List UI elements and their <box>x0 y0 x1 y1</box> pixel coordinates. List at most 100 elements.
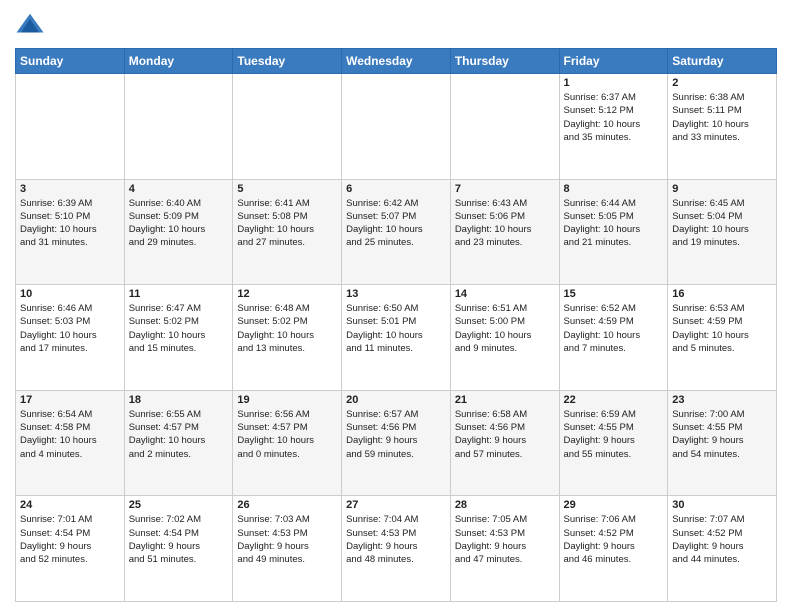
day-number: 3 <box>20 183 120 195</box>
day-number: 21 <box>455 394 555 406</box>
day-number: 18 <box>129 394 229 406</box>
calendar-cell: 21 Sunrise: 6:58 AM Sunset: 4:56 PM Dayli… <box>450 390 559 496</box>
calendar-cell: 23 Sunrise: 7:00 AM Sunset: 4:55 PM Dayli… <box>668 390 777 496</box>
calendar-cell: 26 Sunrise: 7:03 AM Sunset: 4:53 PM Dayli… <box>233 496 342 602</box>
calendar-cell: 4Sunrise: 6:40 AM Sunset: 5:09 PM Daylig… <box>124 179 233 285</box>
day-number: 28 <box>455 499 555 511</box>
day-number: 27 <box>346 499 446 511</box>
day-number: 13 <box>346 288 446 300</box>
day-detail: Sunrise: 6:43 AM Sunset: 5:06 PM Dayligh… <box>455 197 555 250</box>
calendar-cell: 20 Sunrise: 6:57 AM Sunset: 4:56 PM Dayli… <box>342 390 451 496</box>
day-detail: Sunrise: 6:51 AM Sunset: 5:00 PM Dayligh… <box>455 302 555 355</box>
day-number: 9 <box>672 183 772 195</box>
calendar-cell: 27 Sunrise: 7:04 AM Sunset: 4:53 PM Dayli… <box>342 496 451 602</box>
calendar-week-3: 10 Sunrise: 6:46 AM Sunset: 5:03 PM Dayli… <box>16 285 777 391</box>
day-detail: Sunrise: 7:07 AM Sunset: 4:52 PM Dayligh… <box>672 513 772 566</box>
day-detail: Sunrise: 7:06 AM Sunset: 4:52 PM Dayligh… <box>564 513 664 566</box>
day-detail: Sunrise: 6:46 AM Sunset: 5:03 PM Dayligh… <box>20 302 120 355</box>
calendar-cell: 28 Sunrise: 7:05 AM Sunset: 4:53 PM Dayli… <box>450 496 559 602</box>
calendar-body: 1Sunrise: 6:37 AM Sunset: 5:12 PM Daylig… <box>16 74 777 602</box>
day-detail: Sunrise: 6:59 AM Sunset: 4:55 PM Dayligh… <box>564 408 664 461</box>
day-number: 11 <box>129 288 229 300</box>
calendar-cell: 12 Sunrise: 6:48 AM Sunset: 5:02 PM Dayli… <box>233 285 342 391</box>
calendar-cell: 5 Sunrise: 6:41 AM Sunset: 5:08 PM Daylig… <box>233 179 342 285</box>
day-detail: Sunrise: 6:57 AM Sunset: 4:56 PM Dayligh… <box>346 408 446 461</box>
calendar-cell: 29Sunrise: 7:06 AM Sunset: 4:52 PM Dayli… <box>559 496 668 602</box>
day-detail: Sunrise: 6:54 AM Sunset: 4:58 PM Dayligh… <box>20 408 120 461</box>
day-number: 24 <box>20 499 120 511</box>
calendar-cell <box>450 74 559 180</box>
day-detail: Sunrise: 6:47 AM Sunset: 5:02 PM Dayligh… <box>129 302 229 355</box>
weekday-header-friday: Friday <box>559 49 668 74</box>
day-detail: Sunrise: 7:05 AM Sunset: 4:53 PM Dayligh… <box>455 513 555 566</box>
day-number: 26 <box>237 499 337 511</box>
calendar: SundayMondayTuesdayWednesdayThursdayFrid… <box>15 48 777 602</box>
day-detail: Sunrise: 6:48 AM Sunset: 5:02 PM Dayligh… <box>237 302 337 355</box>
calendar-cell: 9 Sunrise: 6:45 AM Sunset: 5:04 PM Daylig… <box>668 179 777 285</box>
logo-icon <box>15 10 45 40</box>
day-number: 25 <box>129 499 229 511</box>
day-number: 23 <box>672 394 772 406</box>
calendar-cell: 1Sunrise: 6:37 AM Sunset: 5:12 PM Daylig… <box>559 74 668 180</box>
day-detail: Sunrise: 6:41 AM Sunset: 5:08 PM Dayligh… <box>237 197 337 250</box>
day-number: 2 <box>672 77 772 89</box>
calendar-week-4: 17 Sunrise: 6:54 AM Sunset: 4:58 PM Dayli… <box>16 390 777 496</box>
day-detail: Sunrise: 6:37 AM Sunset: 5:12 PM Dayligh… <box>564 91 664 144</box>
logo <box>15 10 49 40</box>
calendar-cell: 10 Sunrise: 6:46 AM Sunset: 5:03 PM Dayli… <box>16 285 125 391</box>
day-detail: Sunrise: 6:45 AM Sunset: 5:04 PM Dayligh… <box>672 197 772 250</box>
calendar-cell <box>16 74 125 180</box>
day-number: 15 <box>564 288 664 300</box>
day-number: 14 <box>455 288 555 300</box>
day-detail: Sunrise: 6:53 AM Sunset: 4:59 PM Dayligh… <box>672 302 772 355</box>
day-detail: Sunrise: 6:42 AM Sunset: 5:07 PM Dayligh… <box>346 197 446 250</box>
calendar-cell: 7Sunrise: 6:43 AM Sunset: 5:06 PM Daylig… <box>450 179 559 285</box>
weekday-header-sunday: Sunday <box>16 49 125 74</box>
day-detail: Sunrise: 6:38 AM Sunset: 5:11 PM Dayligh… <box>672 91 772 144</box>
day-detail: Sunrise: 7:03 AM Sunset: 4:53 PM Dayligh… <box>237 513 337 566</box>
day-detail: Sunrise: 7:04 AM Sunset: 4:53 PM Dayligh… <box>346 513 446 566</box>
day-detail: Sunrise: 7:00 AM Sunset: 4:55 PM Dayligh… <box>672 408 772 461</box>
day-detail: Sunrise: 6:55 AM Sunset: 4:57 PM Dayligh… <box>129 408 229 461</box>
calendar-cell: 22Sunrise: 6:59 AM Sunset: 4:55 PM Dayli… <box>559 390 668 496</box>
day-detail: Sunrise: 6:39 AM Sunset: 5:10 PM Dayligh… <box>20 197 120 250</box>
day-detail: Sunrise: 7:02 AM Sunset: 4:54 PM Dayligh… <box>129 513 229 566</box>
calendar-week-1: 1Sunrise: 6:37 AM Sunset: 5:12 PM Daylig… <box>16 74 777 180</box>
calendar-cell: 11 Sunrise: 6:47 AM Sunset: 5:02 PM Dayli… <box>124 285 233 391</box>
day-number: 4 <box>129 183 229 195</box>
weekday-header-wednesday: Wednesday <box>342 49 451 74</box>
calendar-cell: 2 Sunrise: 6:38 AM Sunset: 5:11 PM Daylig… <box>668 74 777 180</box>
calendar-cell: 24Sunrise: 7:01 AM Sunset: 4:54 PM Dayli… <box>16 496 125 602</box>
calendar-week-2: 3 Sunrise: 6:39 AM Sunset: 5:10 PM Daylig… <box>16 179 777 285</box>
day-detail: Sunrise: 6:44 AM Sunset: 5:05 PM Dayligh… <box>564 197 664 250</box>
day-detail: Sunrise: 6:52 AM Sunset: 4:59 PM Dayligh… <box>564 302 664 355</box>
calendar-cell: 17 Sunrise: 6:54 AM Sunset: 4:58 PM Dayli… <box>16 390 125 496</box>
day-number: 12 <box>237 288 337 300</box>
day-number: 17 <box>20 394 120 406</box>
day-number: 6 <box>346 183 446 195</box>
calendar-cell: 30Sunrise: 7:07 AM Sunset: 4:52 PM Dayli… <box>668 496 777 602</box>
calendar-cell <box>342 74 451 180</box>
weekday-header-monday: Monday <box>124 49 233 74</box>
calendar-header: SundayMondayTuesdayWednesdayThursdayFrid… <box>16 49 777 74</box>
weekday-header-saturday: Saturday <box>668 49 777 74</box>
calendar-cell: 19Sunrise: 6:56 AM Sunset: 4:57 PM Dayli… <box>233 390 342 496</box>
calendar-cell: 13 Sunrise: 6:50 AM Sunset: 5:01 PM Dayli… <box>342 285 451 391</box>
calendar-cell: 6 Sunrise: 6:42 AM Sunset: 5:07 PM Daylig… <box>342 179 451 285</box>
weekday-header-row: SundayMondayTuesdayWednesdayThursdayFrid… <box>16 49 777 74</box>
day-number: 19 <box>237 394 337 406</box>
calendar-cell: 25 Sunrise: 7:02 AM Sunset: 4:54 PM Dayli… <box>124 496 233 602</box>
calendar-week-5: 24Sunrise: 7:01 AM Sunset: 4:54 PM Dayli… <box>16 496 777 602</box>
day-detail: Sunrise: 6:50 AM Sunset: 5:01 PM Dayligh… <box>346 302 446 355</box>
page: SundayMondayTuesdayWednesdayThursdayFrid… <box>0 0 792 612</box>
day-number: 10 <box>20 288 120 300</box>
day-number: 5 <box>237 183 337 195</box>
day-number: 8 <box>564 183 664 195</box>
calendar-cell: 8 Sunrise: 6:44 AM Sunset: 5:05 PM Daylig… <box>559 179 668 285</box>
calendar-cell: 14 Sunrise: 6:51 AM Sunset: 5:00 PM Dayli… <box>450 285 559 391</box>
day-detail: Sunrise: 6:58 AM Sunset: 4:56 PM Dayligh… <box>455 408 555 461</box>
day-number: 20 <box>346 394 446 406</box>
calendar-cell <box>124 74 233 180</box>
calendar-cell: 15 Sunrise: 6:52 AM Sunset: 4:59 PM Dayli… <box>559 285 668 391</box>
calendar-cell: 18 Sunrise: 6:55 AM Sunset: 4:57 PM Dayli… <box>124 390 233 496</box>
